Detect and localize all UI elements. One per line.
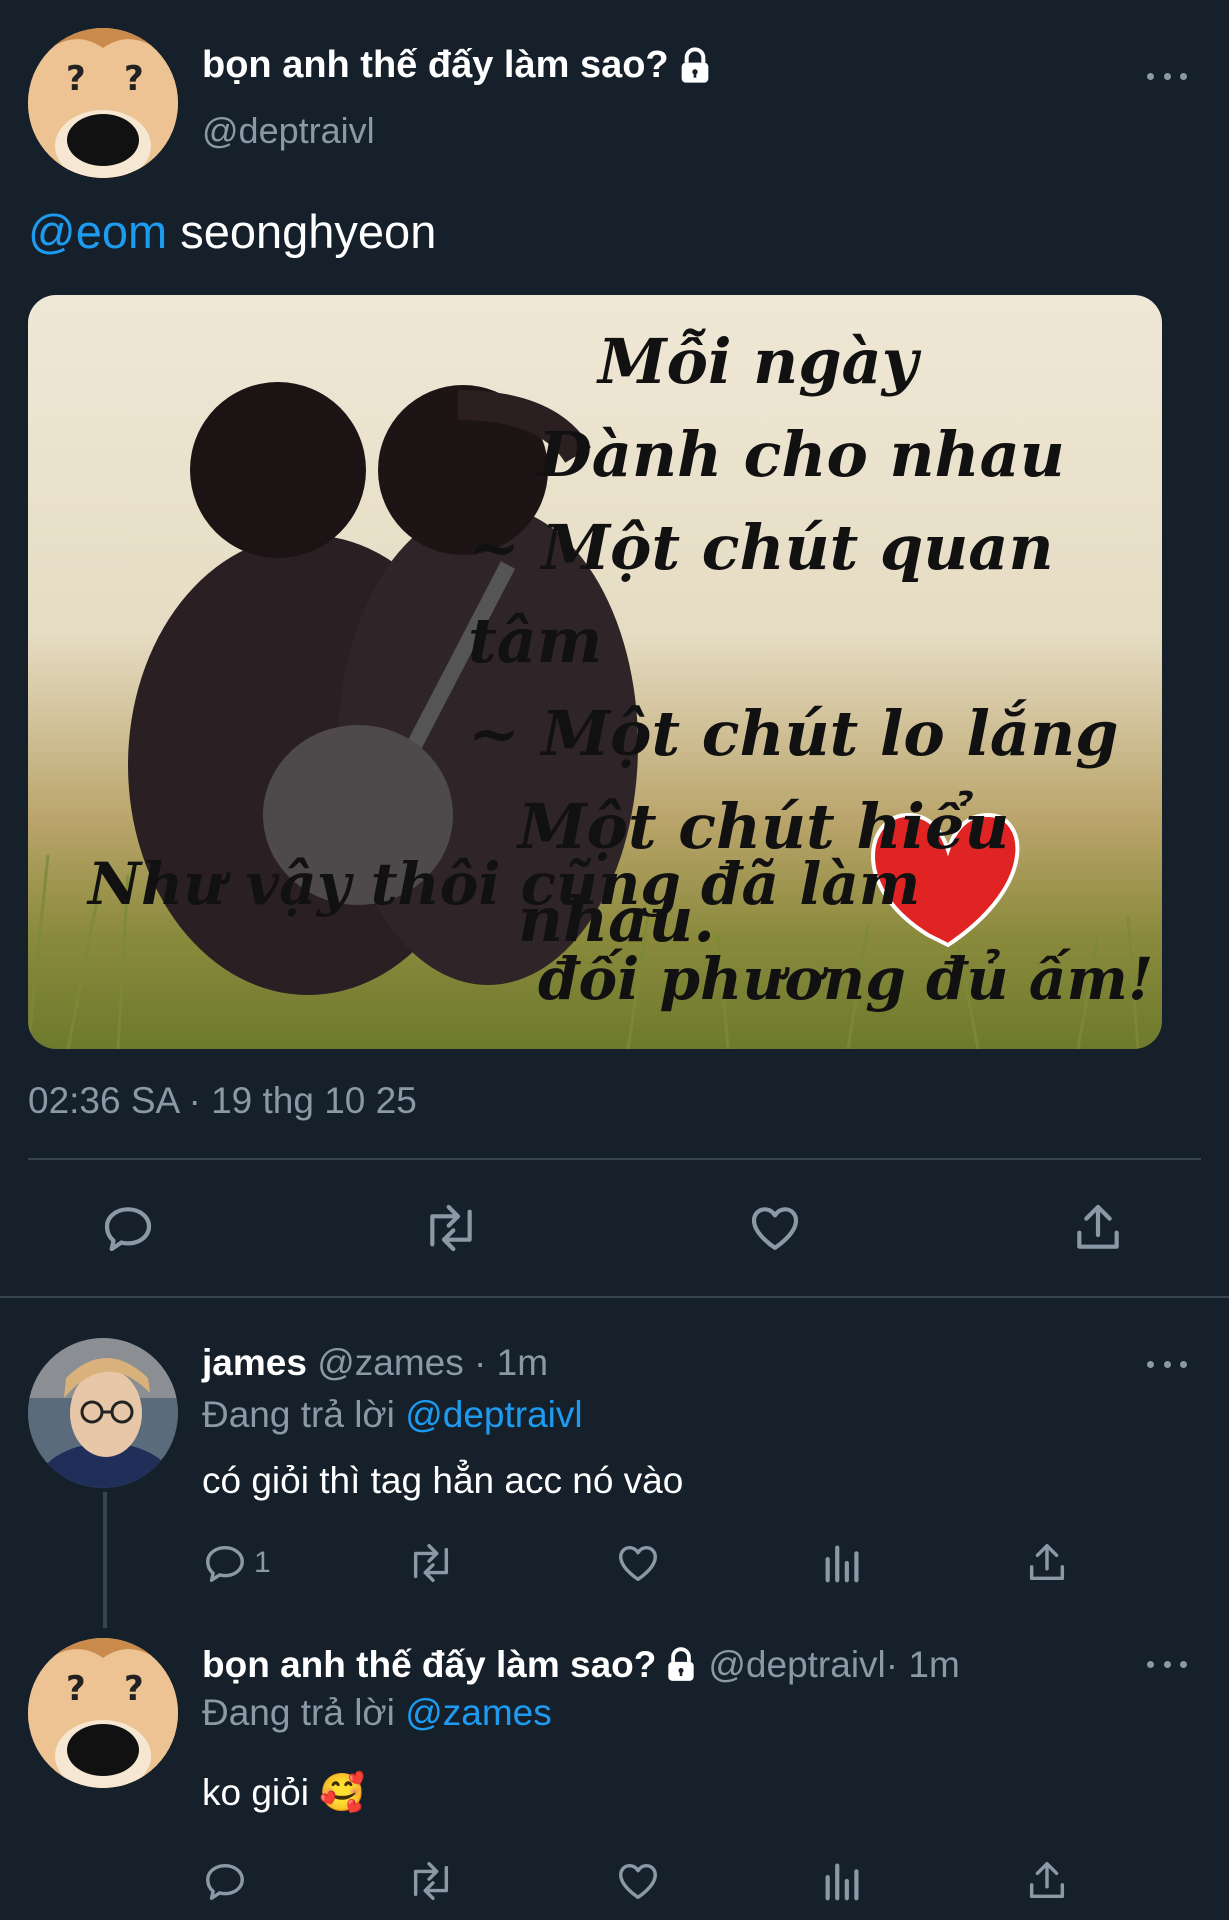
caption-line: ~ Một chút quan tâm bbox=[468, 511, 1054, 677]
more-options-button[interactable] bbox=[1147, 1354, 1187, 1374]
retweet-button[interactable] bbox=[404, 1858, 458, 1904]
reply-count: 1 bbox=[254, 1546, 271, 1579]
reply-header: james @zames · 1m bbox=[202, 1342, 548, 1384]
divider bbox=[28, 1158, 1201, 1160]
reply-header: bọn anh thế đấy làm sao? @deptraivl · 1m bbox=[202, 1644, 960, 1686]
like-button[interactable] bbox=[614, 1540, 662, 1586]
share-icon bbox=[1029, 1862, 1065, 1899]
share-button[interactable] bbox=[1024, 1540, 1070, 1586]
like-button[interactable] bbox=[614, 1858, 662, 1904]
tweet-image[interactable]: Mỗi ngày Dành cho nhau ~ Một chút quan t… bbox=[28, 295, 1162, 1049]
replying-to: Đang trả lời @deptraivl bbox=[202, 1394, 583, 1436]
lock-icon bbox=[681, 46, 708, 83]
caption-line: Dành cho nhau bbox=[538, 418, 1065, 491]
dog-face-icon: ? ? bbox=[28, 1638, 178, 1788]
reply-avatar[interactable]: ? ? bbox=[28, 1638, 178, 1788]
tweet-timestamp[interactable]: 02:36 SA · 19 thg 10 25 bbox=[28, 1080, 417, 1122]
reply-button[interactable] bbox=[202, 1858, 248, 1904]
share-button[interactable] bbox=[1024, 1858, 1070, 1904]
replying-prefix: Đang trả lời bbox=[202, 1692, 406, 1733]
reply-author-name[interactable]: bọn anh thế đấy làm sao? bbox=[202, 1644, 656, 1686]
author-name[interactable]: bọn anh thế đấy làm sao? bbox=[202, 44, 669, 87]
tweet-text: @eom seonghyeon bbox=[28, 204, 436, 259]
reply-text: có giỏi thì tag hẳn acc nó vào bbox=[202, 1460, 684, 1501]
replying-to-link[interactable]: @zames bbox=[405, 1692, 552, 1733]
reply-author-name[interactable]: james bbox=[202, 1342, 307, 1383]
reply-text: ko giỏi 🥰 bbox=[202, 1772, 366, 1813]
like-button[interactable] bbox=[746, 1200, 804, 1256]
share-button[interactable] bbox=[1070, 1200, 1126, 1256]
retweet-icon bbox=[413, 1544, 449, 1582]
author-name-row[interactable]: bọn anh thế đấy làm sao? bbox=[202, 44, 715, 87]
svg-text:?: ? bbox=[124, 1669, 144, 1709]
like-icon bbox=[619, 1545, 657, 1582]
tweet-body: seonghyeon bbox=[167, 205, 437, 258]
reply-handle[interactable]: @zames bbox=[317, 1342, 464, 1383]
caption-line: Như vậy thôi cũng đã làm bbox=[88, 850, 921, 918]
caption-line: ~ Một chút lo lắng bbox=[468, 697, 1119, 770]
svg-text:?: ? bbox=[66, 1669, 86, 1709]
like-icon bbox=[751, 1207, 799, 1250]
analytics-icon bbox=[825, 1863, 859, 1901]
mention-link[interactable]: @eom bbox=[28, 205, 167, 258]
share-icon bbox=[1077, 1204, 1119, 1249]
author-handle[interactable]: @deptraivl bbox=[202, 110, 375, 152]
reply-button[interactable] bbox=[100, 1200, 156, 1256]
more-icon bbox=[1147, 72, 1154, 80]
reply-button[interactable]: 1 bbox=[202, 1540, 271, 1586]
svg-text:?: ? bbox=[66, 59, 86, 99]
replying-prefix: Đang trả lời bbox=[202, 1394, 406, 1435]
reply-time[interactable]: · 1m bbox=[464, 1342, 548, 1383]
analytics-icon bbox=[825, 1545, 859, 1583]
more-icon bbox=[1147, 1660, 1154, 1668]
retweet-icon bbox=[413, 1862, 449, 1900]
caption-line: Mỗi ngày bbox=[598, 325, 918, 398]
reply-icon bbox=[104, 1207, 152, 1252]
more-icon bbox=[1147, 1360, 1154, 1368]
svg-text:?: ? bbox=[124, 59, 144, 99]
reply-time[interactable]: · 1m bbox=[886, 1644, 960, 1686]
analytics-button[interactable] bbox=[820, 1540, 866, 1586]
reply-icon bbox=[206, 1863, 244, 1900]
retweet-icon bbox=[430, 1204, 472, 1252]
replying-to: Đang trả lời @zames bbox=[202, 1692, 552, 1734]
author-avatar[interactable]: ? ? bbox=[28, 28, 178, 178]
person-photo bbox=[28, 1338, 178, 1488]
share-icon bbox=[1029, 1544, 1065, 1581]
reply-handle[interactable]: @deptraivl bbox=[708, 1644, 885, 1686]
more-options-button[interactable] bbox=[1147, 66, 1187, 86]
dog-face-icon: ? ? bbox=[28, 28, 178, 178]
like-icon bbox=[619, 1863, 657, 1900]
reply-avatar[interactable] bbox=[28, 1338, 178, 1488]
retweet-button[interactable] bbox=[418, 1200, 484, 1256]
reply-icon bbox=[206, 1545, 244, 1582]
analytics-button[interactable] bbox=[820, 1858, 866, 1904]
retweet-button[interactable] bbox=[404, 1540, 458, 1586]
lock-icon bbox=[668, 1647, 695, 1681]
caption-line: đối phương đủ ấm! bbox=[538, 945, 1154, 1013]
more-options-button[interactable] bbox=[1147, 1654, 1187, 1674]
replying-to-link[interactable]: @deptraivl bbox=[405, 1394, 582, 1435]
thread-connector bbox=[103, 1492, 107, 1628]
divider bbox=[0, 1296, 1229, 1298]
